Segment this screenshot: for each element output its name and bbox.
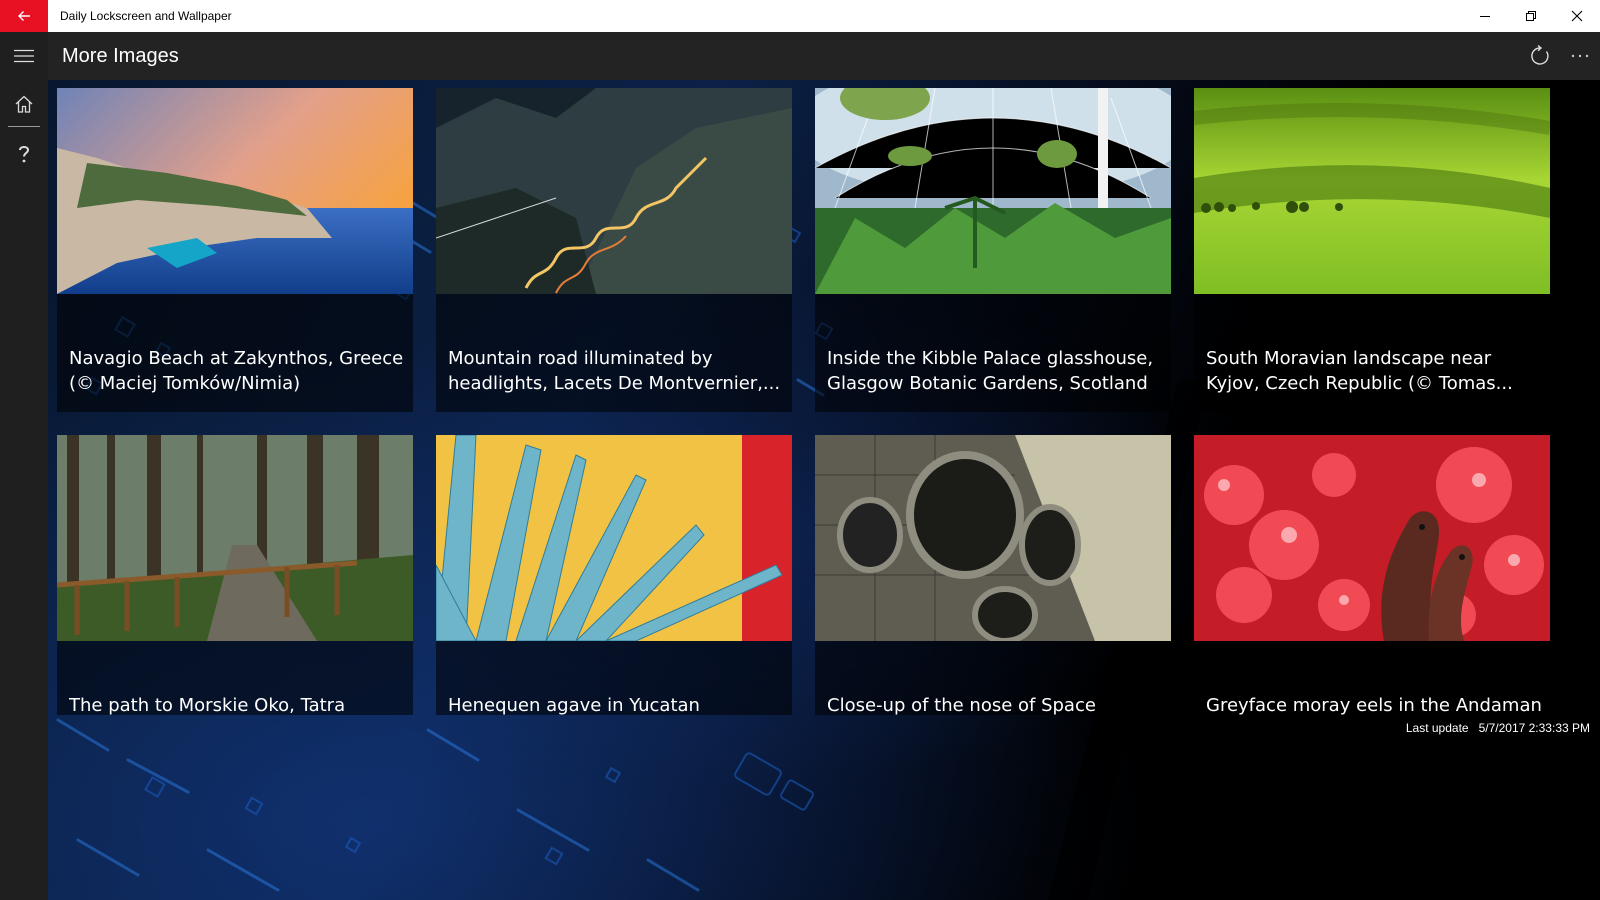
more-options-button[interactable]: [1556, 32, 1600, 80]
image-thumbnail: [57, 88, 413, 294]
home-icon: [15, 95, 33, 113]
image-gallery[interactable]: Navagio Beach at Zakynthos, Greece (© Ma…: [48, 80, 1600, 900]
image-thumbnail: [815, 88, 1171, 294]
refresh-icon: [1531, 45, 1549, 65]
image-caption: Inside the Kibble Palace glasshouse, Gla…: [827, 348, 1154, 394]
image-tile[interactable]: Henequen agave in Yucatan Peninsula,: [436, 435, 792, 716]
image-caption: Navagio Beach at Zakynthos, Greece (© Ma…: [69, 348, 404, 394]
minimize-button[interactable]: [1462, 0, 1508, 32]
page-header: More Images: [48, 32, 1600, 80]
image-tile[interactable]: Mountain road illuminated by headlights,…: [436, 88, 792, 412]
image-caption: Greyface moray eels in the Andaman: [1206, 695, 1542, 716]
image-tile[interactable]: Inside the Kibble Palace glasshouse, Gla…: [815, 88, 1171, 412]
back-arrow-icon: [18, 11, 30, 21]
image-thumbnail: [1194, 88, 1550, 294]
navigation-rail: [0, 32, 48, 900]
image-caption: Henequen agave in Yucatan Peninsula,: [448, 695, 700, 716]
image-caption: The path to Morskie Oko, Tatra National: [69, 695, 346, 716]
back-button[interactable]: [0, 0, 48, 32]
image-tile[interactable]: Greyface moray eels in the Andaman: [1194, 435, 1550, 716]
image-caption: Mountain road illuminated by headlights,…: [448, 348, 781, 394]
minimize-icon: [1480, 16, 1490, 17]
image-thumbnail: [1194, 435, 1550, 641]
hamburger-icon: [14, 49, 34, 63]
question-icon: [19, 146, 30, 163]
image-tile[interactable]: South Moravian landscape near Kyjov, Cze…: [1194, 88, 1550, 412]
menu-button[interactable]: [0, 32, 48, 80]
close-icon: [1571, 10, 1583, 22]
nav-divider: [8, 126, 40, 127]
more-icon: [1571, 54, 1589, 58]
image-thumbnail: [436, 435, 792, 641]
nav-home-button[interactable]: [0, 80, 48, 128]
image-tile[interactable]: The path to Morskie Oko, Tatra National: [57, 435, 413, 716]
close-button[interactable]: [1554, 0, 1600, 32]
nav-help-button[interactable]: [0, 130, 48, 178]
image-tile[interactable]: Navagio Beach at Zakynthos, Greece (© Ma…: [57, 88, 413, 412]
app-title: Daily Lockscreen and Wallpaper: [60, 9, 232, 23]
image-thumbnail: [815, 435, 1171, 641]
last-update-status: Last update 5/7/2017 2:33:33 PM: [1330, 721, 1590, 735]
image-thumbnail: [57, 435, 413, 641]
image-caption: South Moravian landscape near Kyjov, Cze…: [1206, 348, 1513, 394]
image-tile[interactable]: Close-up of the nose of Space Shuttle: [815, 435, 1171, 716]
last-update-label: Last update: [1405, 721, 1469, 735]
title-bar: Daily Lockscreen and Wallpaper: [0, 0, 1600, 32]
image-thumbnail: [436, 88, 792, 294]
restore-icon: [1526, 11, 1536, 21]
image-caption: Close-up of the nose of Space Shuttle: [827, 695, 1096, 716]
last-update-value: 5/7/2017 2:33:33 PM: [1478, 721, 1590, 735]
restore-button[interactable]: [1508, 0, 1554, 32]
page-title: More Images: [62, 45, 179, 67]
